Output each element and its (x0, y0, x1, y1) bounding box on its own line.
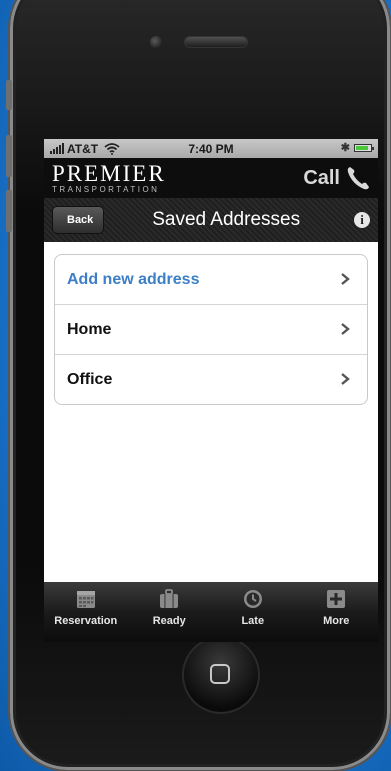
tab-late[interactable]: Late (211, 582, 295, 642)
signal-strength-icon (50, 143, 64, 154)
carrier-name: AT&T (67, 141, 99, 156)
front-camera (150, 36, 162, 48)
page-title: Saved Addresses (152, 209, 301, 230)
bluetooth-icon: ✱ (340, 142, 350, 154)
address-list: Add new address Home Office (54, 254, 368, 405)
mute-switch (6, 80, 12, 110)
volume-down-button (6, 190, 12, 232)
calendar-icon (76, 591, 95, 608)
tab-reservation-label: Reservation (54, 615, 118, 627)
chevron-right-icon (341, 373, 350, 385)
back-label: Back (67, 214, 94, 226)
address-row-office[interactable]: Office (55, 355, 367, 404)
brand-subtitle: TRANSPORTATION (52, 184, 160, 194)
brand-logo: PREMIER TRANSPORTATION (52, 160, 166, 194)
tab-more-label: More (323, 615, 350, 627)
navigation-bar: Back Saved Addresses i (44, 198, 378, 242)
app-screen: AT&T 7:40 PM ✱ PREMIER TRANSPORTATION Ca… (44, 139, 378, 642)
home-button[interactable] (182, 636, 260, 714)
add-new-address-label: Add new address (67, 270, 200, 288)
info-icon[interactable]: i (354, 212, 370, 228)
back-button[interactable]: Back (52, 206, 105, 234)
volume-up-button (6, 135, 12, 177)
chevron-right-icon (341, 323, 350, 335)
content-area: Add new address Home Office (44, 242, 378, 582)
brand-name: PREMIER (52, 160, 166, 186)
home-square-icon (210, 664, 230, 684)
battery-icon (354, 144, 374, 152)
tab-more[interactable]: More (295, 582, 379, 642)
tab-late-label: Late (241, 615, 265, 627)
call-label: Call (303, 166, 340, 189)
status-bar: AT&T 7:40 PM ✱ (44, 139, 378, 158)
call-button[interactable]: Call (303, 164, 370, 192)
brand-header: PREMIER TRANSPORTATION Call (44, 158, 378, 198)
chevron-right-icon (341, 273, 350, 285)
tab-reservation[interactable]: Reservation (44, 582, 128, 642)
wifi-icon (104, 142, 120, 155)
add-new-address-row[interactable]: Add new address (55, 255, 367, 305)
luggage-icon (160, 589, 179, 608)
tab-bar: Reservation Ready Late More (44, 582, 378, 642)
tab-ready-label: Ready (152, 615, 186, 627)
battery-fill (356, 146, 368, 150)
clock-icon (243, 590, 262, 608)
address-row-home[interactable]: Home (55, 305, 367, 355)
phone-handset-icon (347, 167, 369, 190)
address-label-home: Home (67, 320, 112, 338)
earpiece-speaker (184, 36, 248, 48)
plus-icon (327, 590, 346, 608)
address-label-office: Office (67, 370, 113, 388)
tab-ready[interactable]: Ready (128, 582, 212, 642)
